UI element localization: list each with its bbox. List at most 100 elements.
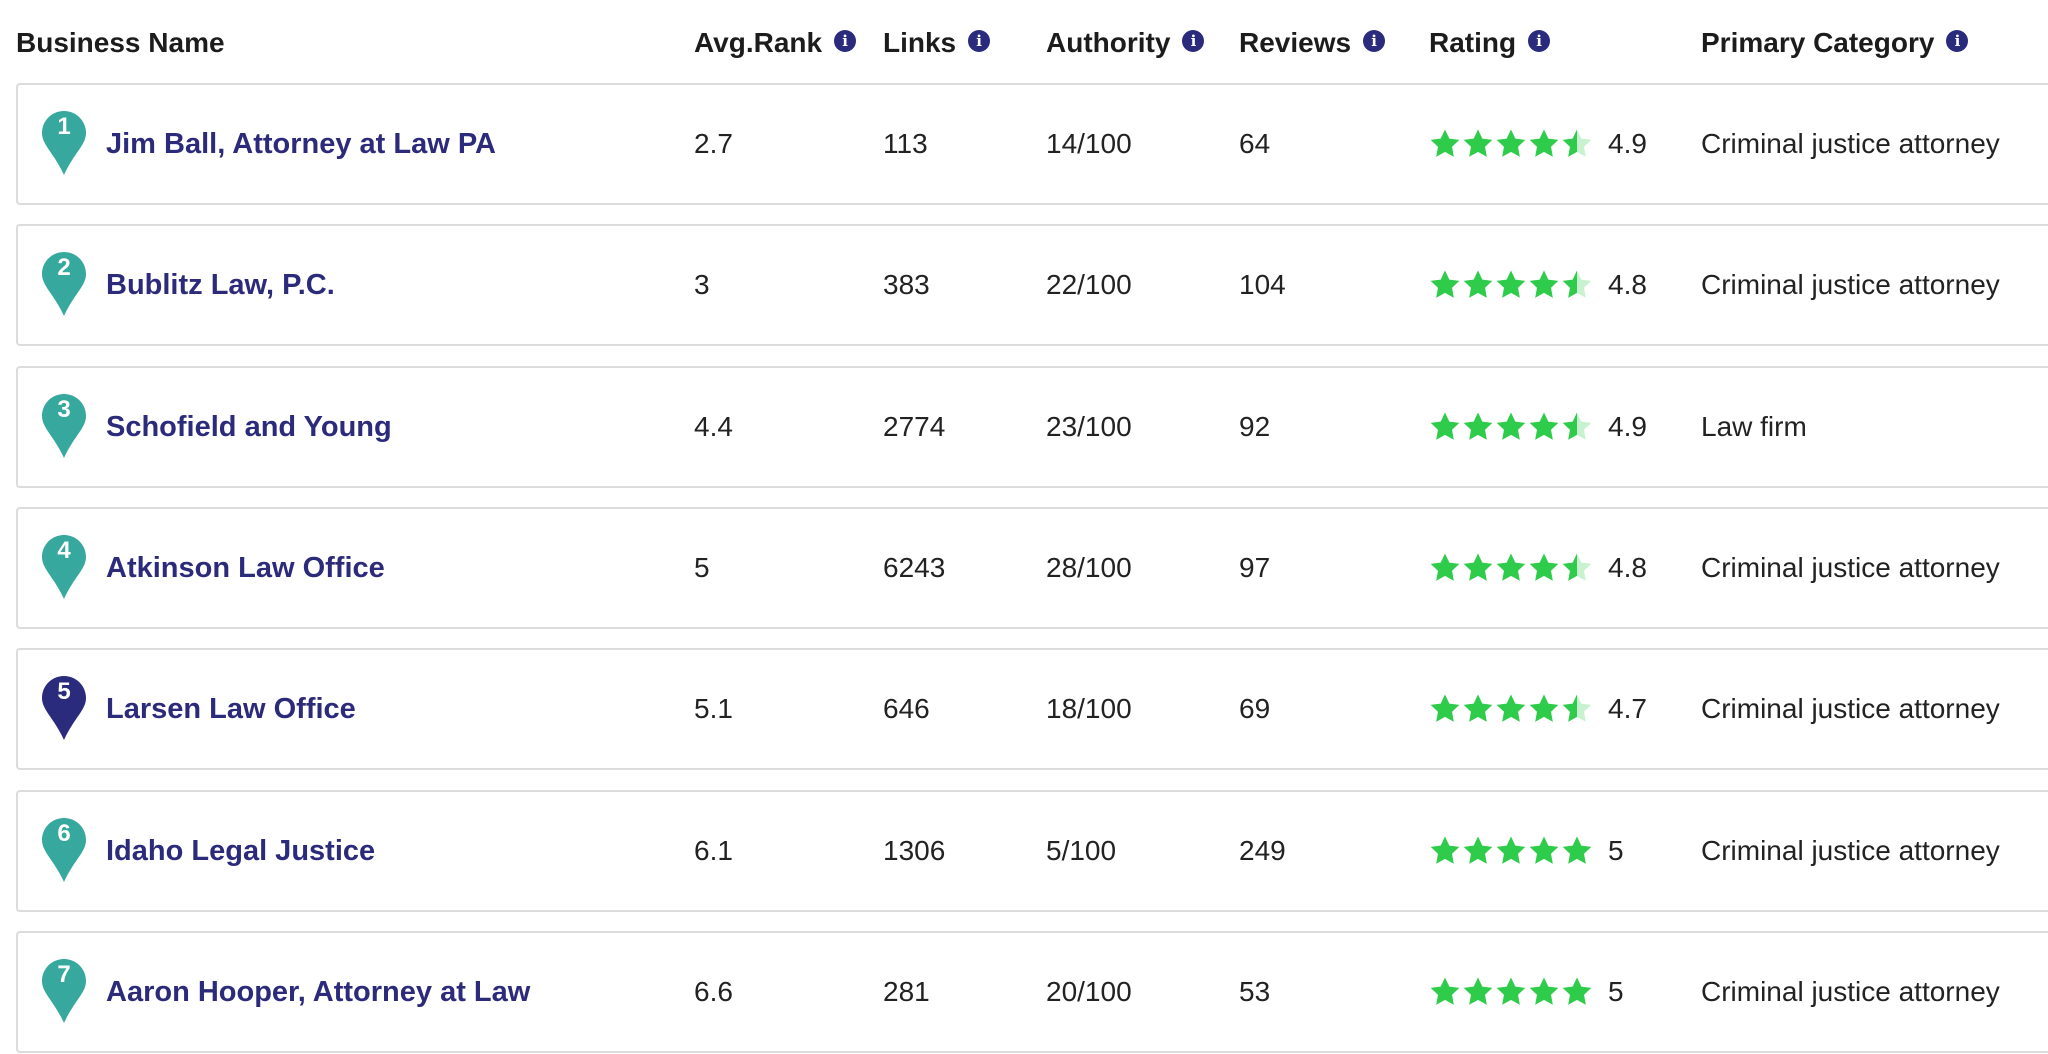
business-name-cell: Jim Ball, Attorney at Law PA: [106, 85, 496, 203]
star-icon: [1462, 269, 1494, 301]
reviews-cell: 97: [1239, 509, 1270, 627]
star-icon: [1561, 269, 1593, 301]
info-icon[interactable]: i: [834, 30, 857, 52]
links-cell-value: 2774: [883, 411, 946, 442]
authority-cell: 14/100: [1046, 85, 1132, 203]
table-header: Business Name Avg.Rank i Links i Authori…: [0, 0, 2048, 82]
info-icon[interactable]: i: [968, 30, 991, 52]
star-icon: [1495, 411, 1527, 443]
header-primary-category[interactable]: Primary Category i: [1701, 27, 1969, 59]
links-cell-value: 6243: [883, 552, 946, 583]
header-business-name-label: Business Name: [16, 27, 225, 58]
info-icon[interactable]: i: [1182, 30, 1205, 52]
business-name-cell: Idaho Legal Justice: [106, 792, 375, 910]
avg-rank-cell: 3: [694, 226, 710, 344]
business-name-link[interactable]: Larsen Law Office: [106, 693, 356, 726]
star-icon: [1495, 552, 1527, 584]
primary-category-value: Criminal justice attorney: [1701, 269, 2000, 300]
header-reviews-label: Reviews: [1239, 27, 1352, 58]
map-pin-icon: 1: [40, 109, 88, 177]
star-icon: [1429, 411, 1461, 443]
star-icon: [1528, 411, 1560, 443]
avg-rank-cell: 5.1: [694, 650, 733, 768]
table-row[interactable]: 7 Aaron Hooper, Attorney at Law 6.6 281 20/1…: [16, 931, 2048, 1053]
table-row[interactable]: 6 Idaho Legal Justice 6.1 1306 5/100 249 5 Crim…: [16, 790, 2048, 912]
header-business-name[interactable]: Business Name: [16, 27, 225, 59]
header-links[interactable]: Links i: [883, 27, 991, 59]
rank-number: 2: [57, 254, 71, 281]
reviews-cell-value: 69: [1239, 693, 1271, 724]
reviews-cell: 53: [1239, 933, 1270, 1051]
star-rating: [1429, 976, 1594, 1008]
map-pin-icon: 2: [40, 250, 88, 318]
links-cell-value: 646: [883, 693, 930, 724]
header-avg-rank[interactable]: Avg.Rank i: [694, 27, 857, 59]
header-reviews[interactable]: Reviews i: [1239, 27, 1386, 59]
rank-number: 5: [57, 678, 71, 705]
star-icon: [1561, 552, 1593, 584]
primary-category-value: Criminal justice attorney: [1701, 128, 2000, 159]
avg-rank-cell-value: 6.6: [694, 976, 733, 1007]
header-authority-label: Authority: [1046, 27, 1171, 58]
star-icon: [1462, 552, 1494, 584]
avg-rank-cell-value: 3: [694, 269, 710, 300]
avg-rank-cell: 5: [694, 509, 710, 627]
business-name-cell: Larsen Law Office: [106, 650, 356, 768]
star-icon: [1462, 835, 1494, 867]
star-icon: [1561, 976, 1593, 1008]
star-rating: [1429, 835, 1594, 867]
rating-cell: 5: [1429, 792, 1624, 910]
header-avg-rank-label: Avg.Rank: [694, 27, 823, 58]
star-icon: [1495, 128, 1527, 160]
table-row[interactable]: 2 Bublitz Law, P.C. 3 383 22/100 104 4.8 Crimin…: [16, 224, 2048, 346]
primary-category-value: Criminal justice attorney: [1701, 976, 2000, 1007]
info-icon[interactable]: i: [1946, 30, 1969, 52]
header-rating-label: Rating: [1429, 27, 1517, 58]
table-row[interactable]: 4 Atkinson Law Office 5 6243 28/100 97 4.8 Crim…: [16, 507, 2048, 629]
primary-category-value: Criminal justice attorney: [1701, 835, 2000, 866]
authority-cell-value: 18/100: [1046, 693, 1132, 724]
links-cell: 113: [883, 85, 928, 203]
rating-cell: 4.8: [1429, 226, 1647, 344]
avg-rank-cell-value: 4.4: [694, 411, 733, 442]
business-name-link[interactable]: Aaron Hooper, Attorney at Law: [106, 976, 530, 1009]
star-icon: [1429, 552, 1461, 584]
star-icon: [1528, 128, 1560, 160]
primary-category-value: Criminal justice attorney: [1701, 552, 2000, 583]
links-cell: 383: [883, 226, 930, 344]
business-name-link[interactable]: Jim Ball, Attorney at Law PA: [106, 128, 496, 161]
rank-number: 1: [57, 113, 71, 140]
table-row[interactable]: 3 Schofield and Young 4.4 2774 23/100 92 4.9 La…: [16, 366, 2048, 488]
authority-cell: 28/100: [1046, 509, 1132, 627]
reviews-cell-value: 92: [1239, 411, 1271, 442]
info-icon[interactable]: i: [1363, 30, 1386, 52]
business-name-link[interactable]: Atkinson Law Office: [106, 552, 385, 585]
reviews-cell-value: 104: [1239, 269, 1286, 300]
business-name-link[interactable]: Idaho Legal Justice: [106, 835, 375, 868]
authority-cell: 18/100: [1046, 650, 1132, 768]
authority-cell-value: 22/100: [1046, 269, 1132, 300]
rank-number: 6: [57, 820, 71, 847]
table-row[interactable]: 1 Jim Ball, Attorney at Law PA 2.7 113 14/10…: [16, 83, 2048, 205]
info-icon[interactable]: i: [1528, 30, 1551, 52]
table-row[interactable]: 5 Larsen Law Office 5.1 646 18/100 69 4.7 Crimi…: [16, 648, 2048, 770]
star-icon: [1561, 693, 1593, 725]
rating-cell: 4.8: [1429, 509, 1647, 627]
star-icon: [1495, 269, 1527, 301]
business-name-link[interactable]: Schofield and Young: [106, 411, 392, 444]
header-rating[interactable]: Rating i: [1429, 27, 1551, 59]
star-rating: [1429, 128, 1594, 160]
rank-number: 4: [57, 537, 71, 564]
star-icon: [1561, 128, 1593, 160]
reviews-cell: 92: [1239, 368, 1270, 486]
star-rating: [1429, 269, 1594, 301]
authority-cell-value: 20/100: [1046, 976, 1132, 1007]
star-icon: [1561, 411, 1593, 443]
header-authority[interactable]: Authority i: [1046, 27, 1205, 59]
star-icon: [1528, 552, 1560, 584]
business-name-link[interactable]: Bublitz Law, P.C.: [106, 269, 335, 302]
rating-cell: 4.9: [1429, 368, 1647, 486]
authority-cell-value: 28/100: [1046, 552, 1132, 583]
business-name-cell: Bublitz Law, P.C.: [106, 226, 335, 344]
links-cell: 646: [883, 650, 930, 768]
